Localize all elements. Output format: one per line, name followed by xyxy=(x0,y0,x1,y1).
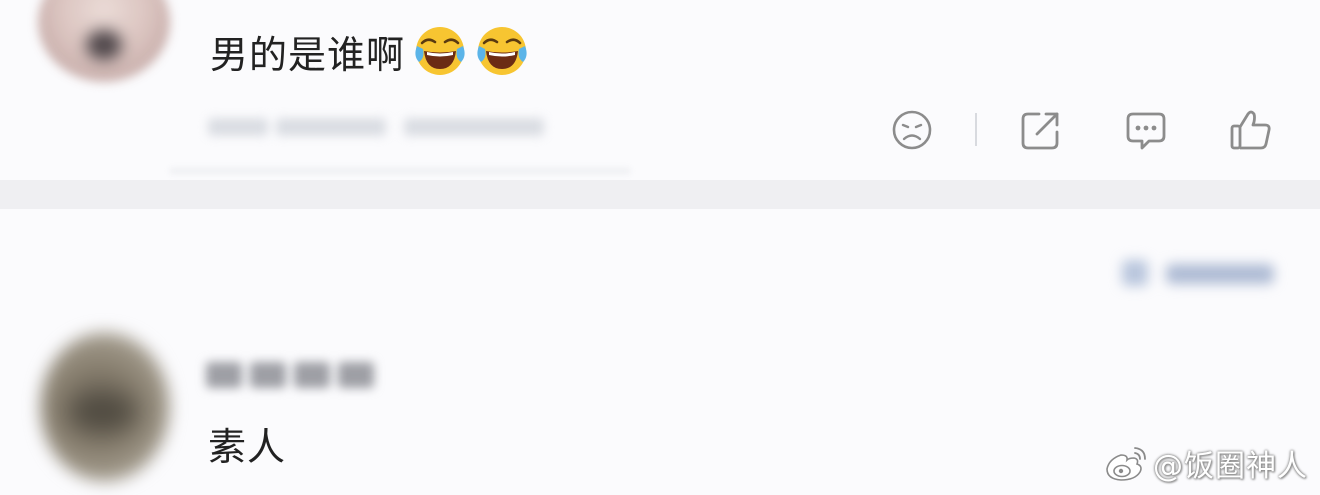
share-icon[interactable] xyxy=(1019,108,1063,152)
chip-icon xyxy=(1122,260,1148,286)
like-icon[interactable] xyxy=(1229,108,1273,152)
avatar[interactable] xyxy=(38,0,170,82)
avatar[interactable] xyxy=(40,332,170,482)
username-redacted[interactable] xyxy=(206,356,376,392)
divider-shadow xyxy=(170,168,630,174)
comment-body: 素人 xyxy=(208,425,287,469)
tears-of-joy-emoji xyxy=(477,27,527,75)
comment-body: 男的是谁啊 xyxy=(210,32,406,77)
redacted-chip[interactable] xyxy=(1116,252,1280,296)
watermark: @饭圈神人 xyxy=(1103,440,1308,486)
weibo-logo-icon xyxy=(1106,447,1146,481)
comment-icon[interactable] xyxy=(1124,108,1168,152)
comment-meta-redacted xyxy=(208,112,548,142)
section-separator xyxy=(0,180,1320,209)
watermark-text: @饭圈神人 xyxy=(1153,449,1308,484)
avatar-detail xyxy=(68,392,138,432)
comment-text: 男的是谁啊 xyxy=(210,24,529,78)
sad-face-icon[interactable] xyxy=(890,108,934,152)
avatar-detail xyxy=(86,30,122,60)
comment-feed: 男的是谁啊 素人 @饭圈神人 xyxy=(0,0,1320,495)
tears-of-joy-emoji xyxy=(415,27,465,75)
chip-label-redacted xyxy=(1166,264,1274,284)
action-divider xyxy=(975,113,977,146)
